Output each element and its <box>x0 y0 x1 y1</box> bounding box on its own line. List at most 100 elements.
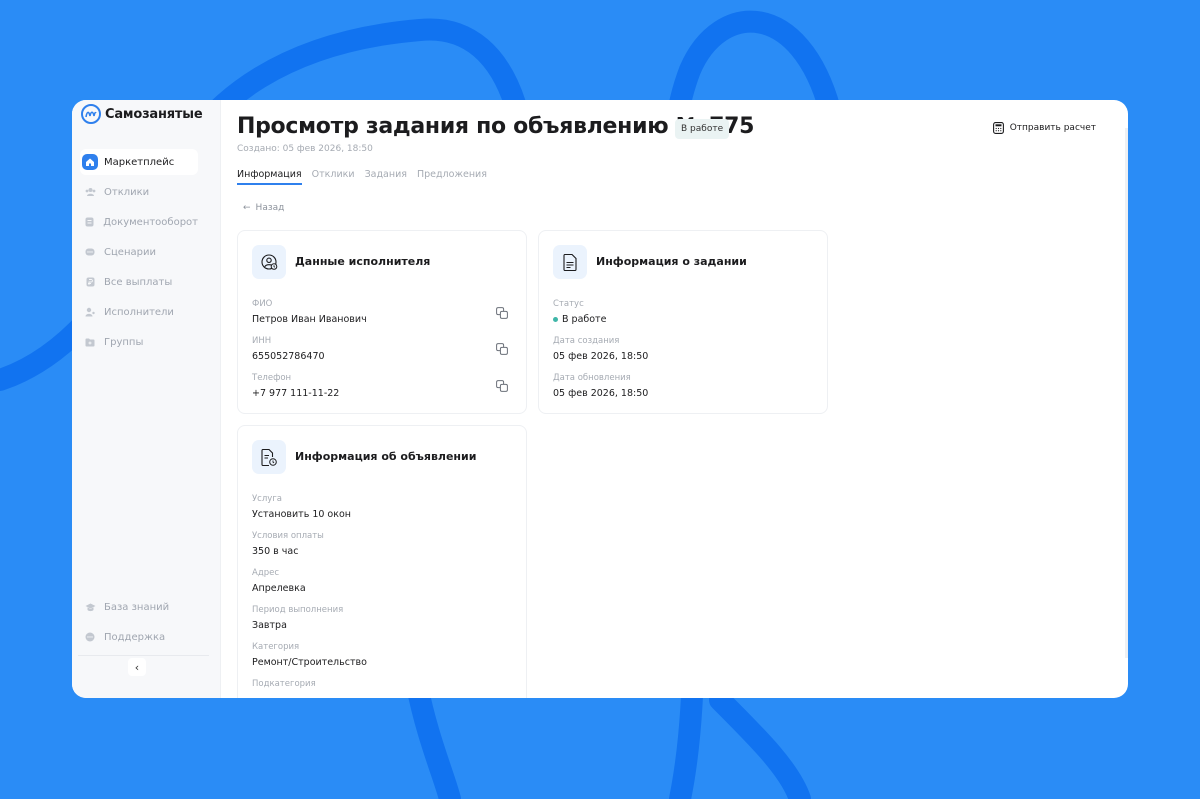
field-label: Статус <box>553 299 584 309</box>
sidebar-item-label: Сценарии <box>104 246 156 258</box>
sidebar-nav: Маркетплейс Отклики Документооборот Сцен… <box>80 149 198 359</box>
tab-tasks[interactable]: Задания <box>365 169 407 185</box>
sidebar-item-payments[interactable]: Все выплаты <box>80 269 198 295</box>
arrow-left-icon: ← <box>243 203 251 213</box>
field-label: ИНН <box>252 336 272 346</box>
status-badge: В работе <box>675 119 730 139</box>
sidebar-item-responses[interactable]: Отклики <box>80 179 198 205</box>
field-period: Период выполнения Завтра <box>252 605 343 631</box>
sidebar-item-label: Отклики <box>104 186 150 198</box>
app-window: Самозанятые Маркетплейс Отклики Документ… <box>72 100 1128 698</box>
field-label: ФИО <box>252 299 273 309</box>
ad-card: Информация об объявлении Услуга Установи… <box>237 425 527 698</box>
sidebar-item-documents[interactable]: Документооборот <box>80 209 198 235</box>
sidebar-item-label: Группы <box>104 336 144 348</box>
tab-responses[interactable]: Отклики <box>312 169 355 185</box>
field-label: Услуга <box>252 494 282 504</box>
field-payment-terms: Условия оплаты 350 в час <box>252 531 324 557</box>
sidebar-item-marketplace[interactable]: Маркетплейс <box>80 149 198 175</box>
task-card-title: Информация о задании <box>596 255 747 268</box>
support-icon <box>82 629 98 645</box>
chat-icon <box>82 244 98 260</box>
sidebar-bottom-nav: База знаний Поддержка <box>80 594 198 654</box>
logo-icon <box>81 104 101 124</box>
send-calculation-button[interactable]: Отправить расчет <box>992 122 1096 134</box>
chevron-left-icon: ‹ <box>134 660 140 674</box>
field-fio: ФИО Петров Иван Иванович <box>252 299 367 325</box>
status-text: В работе <box>562 314 607 325</box>
sidebar-item-label: Все выплаты <box>104 276 173 288</box>
field-status: Статус В работе <box>553 299 606 325</box>
executor-card: Данные исполнителя ФИО Петров Иван Ивано… <box>237 230 527 414</box>
field-value: Ремонт/Строительство <box>252 657 367 668</box>
collapse-sidebar-button[interactable]: ‹ <box>128 658 146 676</box>
graduation-icon <box>82 599 98 615</box>
field-value: 05 фев 2026, 18:50 <box>553 388 649 399</box>
sidebar-item-knowledge[interactable]: База знаний <box>80 594 198 620</box>
folder-icon <box>82 334 98 350</box>
ad-card-title: Информация об объявлении <box>295 450 477 463</box>
field-value: Установить 10 окон <box>252 509 351 520</box>
send-calculation-label: Отправить расчет <box>1009 123 1096 133</box>
field-category: Категория Ремонт/Строительство <box>252 642 367 668</box>
document-icon <box>553 245 587 279</box>
field-label: Категория <box>252 642 300 652</box>
logo[interactable]: Самозанятые <box>81 104 203 124</box>
field-created-date: Дата создания 05 фев 2026, 18:50 <box>553 336 648 362</box>
sidebar-item-label: Поддержка <box>104 631 166 643</box>
field-label: Адрес <box>252 568 279 578</box>
field-value: 350 в час <box>252 546 299 557</box>
field-value: В работе <box>553 314 606 325</box>
back-label: Назад <box>255 203 285 213</box>
tab-information[interactable]: Информация <box>237 169 302 185</box>
field-service: Услуга Установить 10 окон <box>252 494 351 520</box>
field-label: Дата создания <box>553 336 620 346</box>
user-icon <box>82 304 98 320</box>
field-label: Телефон <box>252 373 292 383</box>
users-icon <box>82 184 98 200</box>
sidebar-item-label: База знаний <box>104 601 170 613</box>
tab-offers[interactable]: Предложения <box>417 169 487 185</box>
executor-card-title: Данные исполнителя <box>295 255 431 268</box>
logo-text: Самозанятые <box>105 106 203 122</box>
copy-icon[interactable] <box>496 307 508 319</box>
field-label: Дата обновления <box>553 373 631 383</box>
field-value: 655052786470 <box>252 351 325 362</box>
copy-icon[interactable] <box>496 380 508 392</box>
field-subcategory: Подкатегория <box>252 679 316 694</box>
task-card: Информация о задании Статус В работе Дат… <box>538 230 828 414</box>
sidebar-item-label: Документооборот <box>103 216 198 228</box>
field-address: Адрес Апрелевка <box>252 568 306 594</box>
field-value: Завтра <box>252 620 287 631</box>
sidebar-item-label: Исполнители <box>104 306 174 318</box>
field-label: Подкатегория <box>252 679 316 689</box>
sidebar-item-label: Маркетплейс <box>104 156 175 168</box>
field-value: Апрелевка <box>252 583 306 594</box>
sidebar-item-groups[interactable]: Группы <box>80 329 198 355</box>
sidebar-item-support[interactable]: Поддержка <box>80 624 198 650</box>
field-label: Условия оплаты <box>252 531 324 541</box>
field-value: Петров Иван Иванович <box>252 314 367 325</box>
document-icon <box>82 214 97 230</box>
home-icon <box>82 154 98 170</box>
created-date: Создано: 05 фев 2026, 18:50 <box>237 144 373 154</box>
tabs: Информация Отклики Задания Предложения <box>237 169 487 185</box>
sidebar-divider <box>78 655 209 656</box>
field-phone: Телефон +7 977 111-11-22 <box>252 373 339 399</box>
status-dot <box>553 317 558 322</box>
sidebar: Самозанятые Маркетплейс Отклики Документ… <box>72 100 221 698</box>
back-link[interactable]: ← Назад <box>243 203 284 213</box>
field-value: +7 977 111-11-22 <box>252 388 340 399</box>
field-value: 05 фев 2026, 18:50 <box>553 351 649 362</box>
field-inn: ИНН 655052786470 <box>252 336 325 362</box>
copy-icon[interactable] <box>496 343 508 355</box>
sidebar-item-scenarios[interactable]: Сценарии <box>80 239 198 265</box>
main-content: Просмотр задания по объявлению № 775 В р… <box>221 100 1128 698</box>
user-badge-icon <box>252 245 286 279</box>
field-label: Период выполнения <box>252 605 344 615</box>
scrollbar[interactable] <box>1125 128 1128 658</box>
field-updated-date: Дата обновления 05 фев 2026, 18:50 <box>553 373 648 399</box>
sidebar-item-executors[interactable]: Исполнители <box>80 299 198 325</box>
wallet-icon <box>82 274 98 290</box>
document-clock-icon <box>252 440 286 474</box>
